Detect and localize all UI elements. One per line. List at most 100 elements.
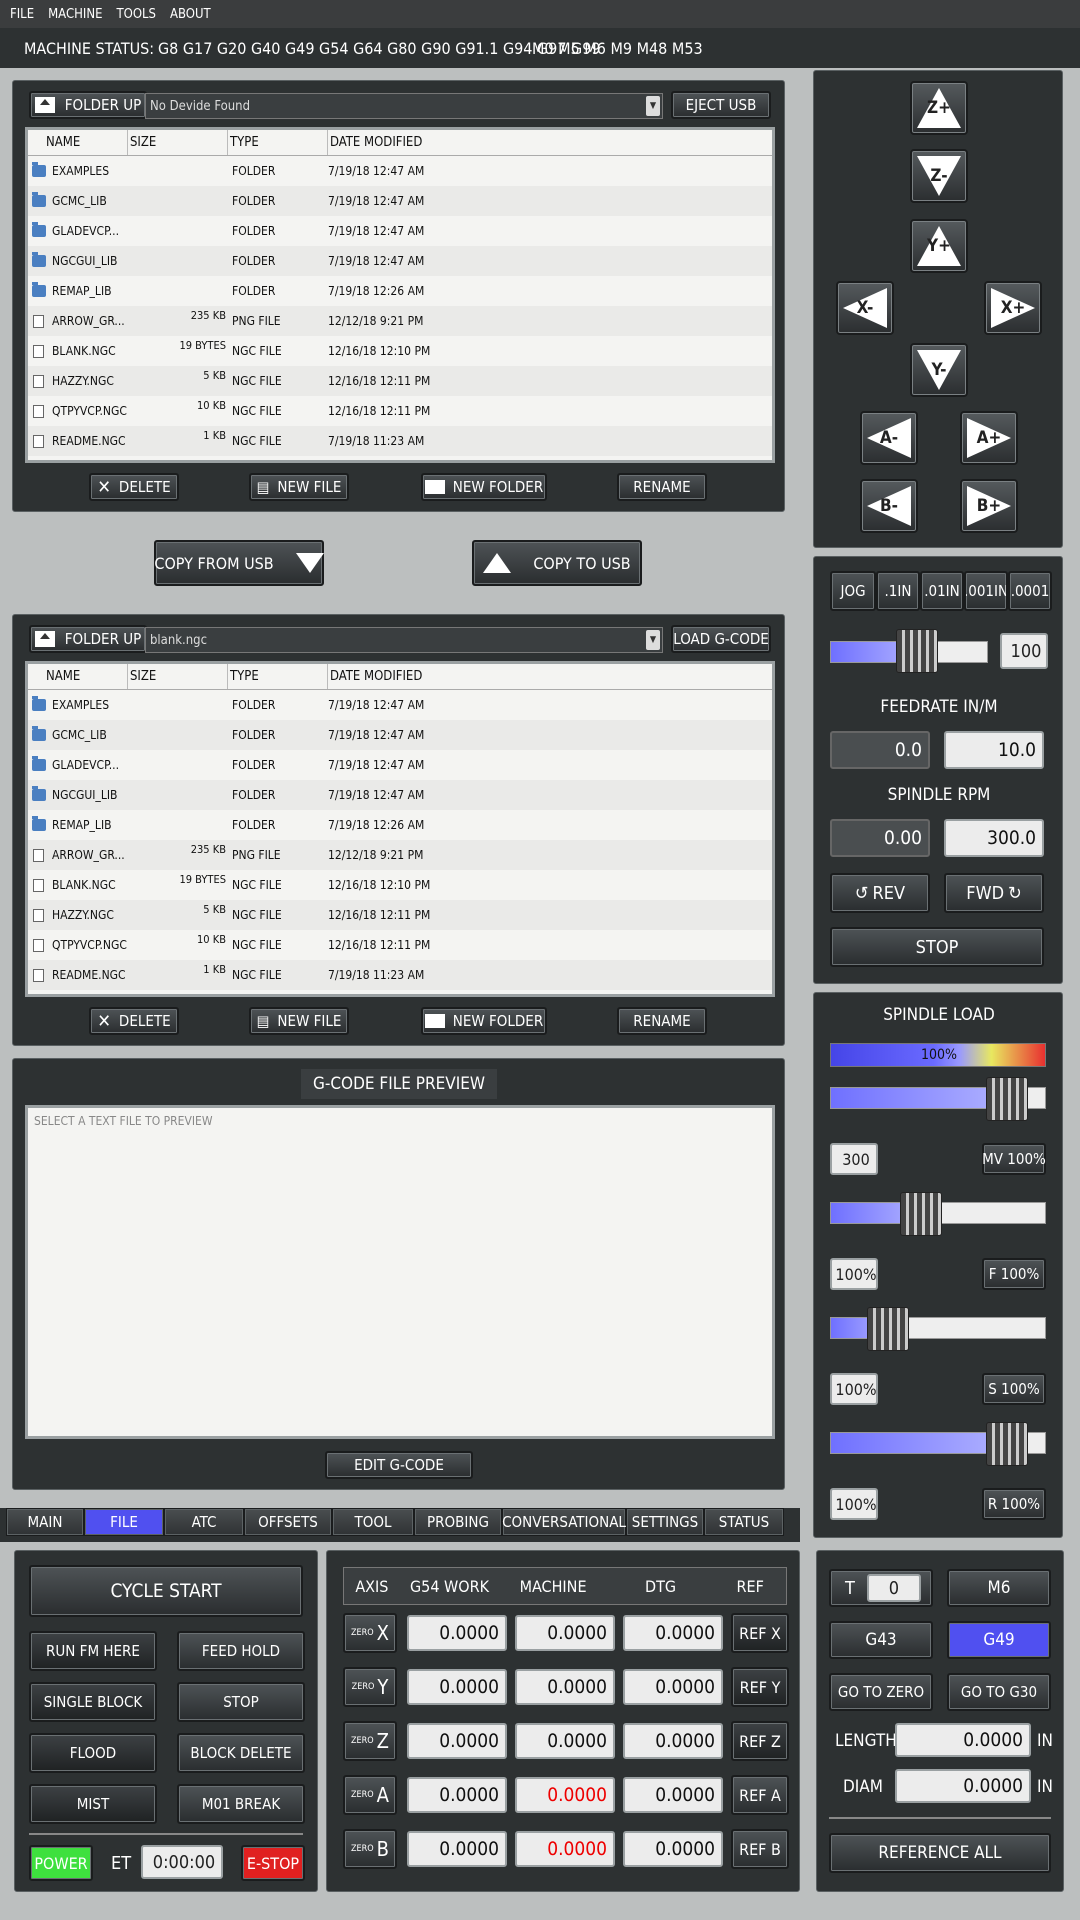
block-delete-button[interactable]: BLOCK DELETE [177,1733,305,1773]
spindle-stop-button[interactable]: STOP [830,927,1044,967]
zero-a-button[interactable]: ZERO A [343,1775,397,1815]
tab-status[interactable]: STATUS [704,1508,784,1536]
zero-y-button[interactable]: ZERO Y [343,1667,397,1707]
usb-device-select[interactable]: No Devide Found ▼ [145,93,663,119]
stop-button[interactable]: STOP [177,1682,305,1722]
ref-a-button[interactable]: REF A [731,1775,789,1815]
tab-tool[interactable]: TOOL [332,1508,414,1536]
jog-speed-handle[interactable] [895,629,938,673]
zero-z-button[interactable]: ZERO Z [343,1721,397,1761]
jog-increment-3[interactable]: .001IN [964,571,1008,611]
tab-probing[interactable]: PROBING [414,1508,502,1536]
jog-zm-button[interactable]: Z- [910,149,968,203]
jog-ym-button[interactable]: Y- [910,343,968,397]
file-row[interactable]: README.NGC 1 KB NGC FILE 7/19/18 11:23 AM [28,960,772,990]
override-reset-button-0[interactable]: MV 100% [982,1143,1046,1175]
file-row[interactable]: QTPYVCP.NGC 10 KB NGC FILE 12/16/18 12:11 P… [28,396,772,426]
jog-am-button[interactable]: A- [860,411,918,465]
tool-number-input[interactable]: 0 [866,1574,921,1602]
file-row[interactable]: BLANK.NGC 19 BYTES NGC FILE 12/16/18 12:10 … [28,870,772,900]
tab-conversational[interactable]: CONVERSATIONAL [502,1508,626,1536]
jog-speed-value[interactable]: 100 [1000,633,1048,669]
tab-offsets[interactable]: OFFSETS [244,1508,332,1536]
override-value-3[interactable]: 100% [830,1488,878,1520]
override-value-1[interactable]: 100% [830,1258,878,1290]
override-reset-button-3[interactable]: R 100% [982,1488,1046,1520]
menu-tools[interactable]: TOOLS [117,7,157,22]
g43-button[interactable]: G43 [829,1621,933,1659]
override-slider-2[interactable] [830,1317,1046,1339]
file-row[interactable]: HAZZY.NGC 5 KB NGC FILE 12/16/18 12:11 PM [28,366,772,396]
single-block-button[interactable]: SINGLE BLOCK [29,1682,157,1722]
file-row[interactable]: REMAP_LIB FOLDER 7/19/18 12:26 AM [28,810,772,840]
override-reset-button-2[interactable]: S 100% [982,1373,1046,1405]
file-row[interactable]: NGCGUI_LIB FOLDER 7/19/18 12:47 AM [28,780,772,810]
estop-button[interactable]: E-STOP [241,1845,305,1881]
tab-main[interactable]: MAIN [6,1508,84,1536]
jog-xp-button[interactable]: X+ [984,281,1042,335]
jog-increment-2[interactable]: .01IN [920,571,964,611]
zero-b-button[interactable]: ZERO B [343,1829,397,1869]
copy-from-usb-button[interactable]: COPY FROM USB [154,540,324,586]
file-row[interactable]: NGCGUI_LIB FOLDER 7/19/18 12:47 AM [28,246,772,276]
jog-zp-button[interactable]: Z+ [910,81,968,135]
tab-atc[interactable]: ATC [164,1508,244,1536]
jog-xm-button[interactable]: X- [836,281,894,335]
menu-file[interactable]: FILE [10,7,34,22]
mist-button[interactable]: MIST [29,1784,157,1824]
usb-file-list[interactable]: NAME SIZE TYPE DATE MODIFIED EXAMPLES FOL… [25,127,775,463]
zero-x-button[interactable]: ZERO X [343,1613,397,1653]
jog-increment-0[interactable]: JOG [830,571,876,611]
feedrate-set-input[interactable]: 10.0 [944,731,1044,769]
tab-file[interactable]: FILE [84,1508,164,1536]
file-row[interactable]: GLADEVCP... FOLDER 7/19/18 12:47 AM [28,216,772,246]
local-delete-button[interactable]: ✕ DELETE [89,1007,179,1035]
cycle-start-button[interactable]: CYCLE START [29,1565,303,1617]
feed-hold-button[interactable]: FEED HOLD [177,1631,305,1671]
file-row[interactable]: HAZZY.NGC 5 KB NGC FILE 12/16/18 12:11 PM [28,900,772,930]
eject-usb-button[interactable]: EJECT USB [671,91,771,119]
file-row[interactable]: GCMC_LIB FOLDER 7/19/18 12:47 AM [28,186,772,216]
file-row[interactable]: QTPYVCP.NGC 10 KB NGC FILE 12/16/18 12:11 P… [28,930,772,960]
usb-rename-button[interactable]: RENAME [617,473,707,501]
override-handle-1[interactable] [899,1192,942,1236]
ref-b-button[interactable]: REF B [731,1829,789,1869]
override-value-2[interactable]: 100% [830,1373,878,1405]
m01-break-button[interactable]: M01 BREAK [177,1784,305,1824]
usb-folder-up-button[interactable]: FOLDER UP [29,91,147,119]
override-handle-3[interactable] [986,1422,1029,1466]
jog-bp-button[interactable]: B+ [960,479,1018,533]
jog-ap-button[interactable]: A+ [960,411,1018,465]
m6-button[interactable]: M6 [947,1569,1051,1607]
local-file-list[interactable]: NAME SIZE TYPE DATE MODIFIED EXAMPLES FOL… [25,661,775,997]
spindle-rpm-set-input[interactable]: 300.0 [944,819,1044,857]
go-to-zero-button[interactable]: GO TO ZERO [829,1673,933,1711]
reference-all-button[interactable]: REFERENCE ALL [829,1833,1051,1873]
g49-button[interactable]: G49 [947,1621,1051,1659]
dro-work-x[interactable]: 0.0000 [407,1615,507,1651]
usb-new-folder-button[interactable]: NEW FOLDER [421,473,547,501]
dro-work-b[interactable]: 0.0000 [407,1831,507,1867]
override-value-0[interactable]: 300 [830,1143,878,1175]
spindle-rev-button[interactable]: ↺ REV [830,873,930,913]
jog-bm-button[interactable]: B- [860,479,918,533]
ref-y-button[interactable]: REF Y [731,1667,789,1707]
local-folder-up-button[interactable]: FOLDER UP [29,625,147,653]
ref-x-button[interactable]: REF X [731,1613,789,1653]
tab-settings[interactable]: SETTINGS [626,1508,704,1536]
local-new-file-button[interactable]: ▤ NEW FILE [249,1007,349,1035]
override-handle-0[interactable] [986,1077,1029,1121]
file-row[interactable]: EXAMPLES FOLDER 7/19/18 12:47 AM [28,156,772,186]
jog-increment-4[interactable]: .0001 [1008,571,1052,611]
file-row[interactable]: README.NGC 1 KB NGC FILE 7/19/18 11:23 AM [28,426,772,456]
spindle-fwd-button[interactable]: FWD ↻ [944,873,1044,913]
jog-yp-button[interactable]: Y+ [910,219,968,273]
go-to-g30-button[interactable]: GO TO G30 [947,1673,1051,1711]
override-handle-2[interactable] [867,1307,910,1351]
local-new-folder-button[interactable]: NEW FOLDER [421,1007,547,1035]
usb-delete-button[interactable]: ✕ DELETE [89,473,179,501]
file-row[interactable]: GCMC_LIB FOLDER 7/19/18 12:47 AM [28,720,772,750]
file-row[interactable]: ARROW_GR... 235 KB PNG FILE 12/12/18 9:21 P… [28,306,772,336]
file-row[interactable]: EXAMPLES FOLDER 7/19/18 12:47 AM [28,690,772,720]
override-reset-button-1[interactable]: F 100% [982,1258,1046,1290]
